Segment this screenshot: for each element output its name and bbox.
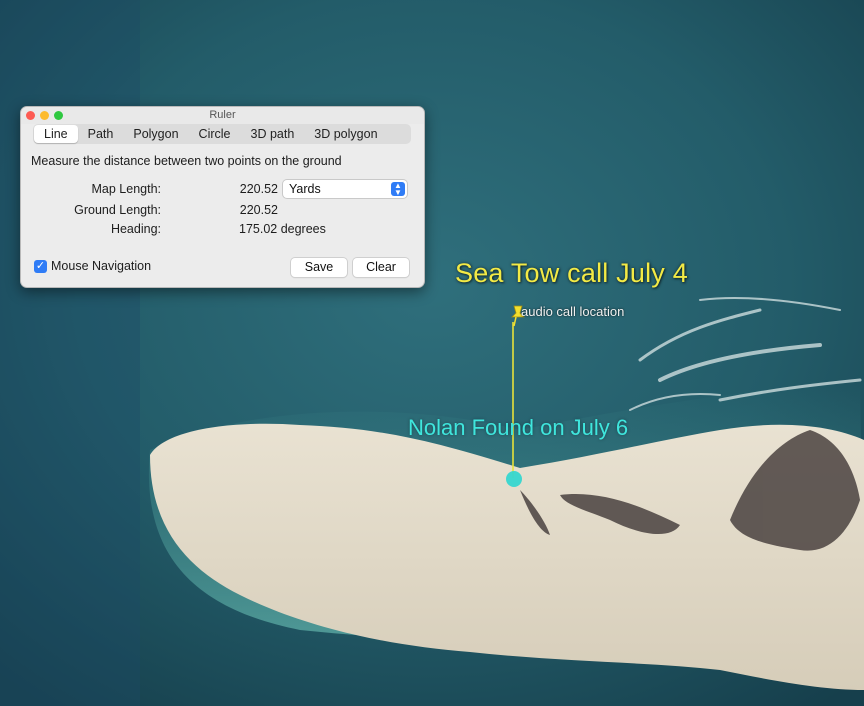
ground-length-value: 220.52 — [239, 203, 278, 217]
ground-length-label: Ground Length: — [74, 203, 161, 217]
ruler-tabs: Line Path Polygon Circle 3D path 3D poly… — [33, 124, 411, 144]
tab-3d-polygon[interactable]: 3D polygon — [304, 125, 387, 143]
ruler-dialog: Ruler Line Path Polygon Circle 3D path 3… — [20, 106, 425, 288]
window-title: Ruler — [209, 109, 236, 121]
map-length-label: Map Length: — [91, 182, 162, 196]
tab-path[interactable]: Path — [78, 125, 124, 143]
mouse-navigation-checkbox[interactable]: ✓ — [34, 260, 47, 273]
mouse-navigation-label: Mouse Navigation — [51, 259, 152, 273]
map-length-value: 220.52 — [239, 182, 278, 196]
save-button[interactable]: Save — [291, 258, 347, 277]
ruler-description: Measure the distance between two points … — [31, 154, 342, 168]
tab-line[interactable]: Line — [34, 125, 78, 143]
heading-value: 175.02 degrees — [239, 222, 326, 236]
tab-circle[interactable]: Circle — [189, 125, 241, 143]
heading-label: Heading: — [110, 222, 161, 236]
clear-button[interactable]: Clear — [353, 258, 409, 277]
sea-tow-label: Sea Tow call July 4 — [455, 258, 688, 288]
placemark-label[interactable]: audio call location — [521, 304, 624, 319]
unit-select-value: Yards — [289, 182, 321, 196]
select-arrows-icon: ▲ ▼ — [391, 182, 405, 197]
circle-marker-icon[interactable] — [504, 469, 524, 489]
found-label: Nolan Found on July 6 — [408, 415, 629, 440]
tab-polygon[interactable]: Polygon — [123, 125, 188, 143]
unit-select[interactable]: Yards ▲ ▼ — [283, 180, 407, 198]
tab-3d-path[interactable]: 3D path — [241, 125, 305, 143]
ruler-titlebar[interactable]: Ruler — [21, 107, 424, 124]
